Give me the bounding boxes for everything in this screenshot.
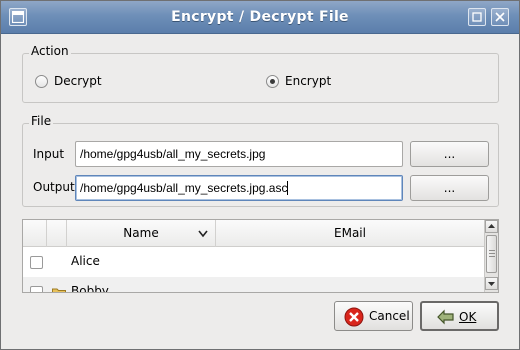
- action-legend: Action: [29, 44, 71, 58]
- input-field-value: /home/gpg4usb/all_my_secrets.jpg: [80, 147, 266, 161]
- grip-line: [489, 256, 495, 257]
- column-header-select[interactable]: [23, 220, 47, 247]
- encrypt-label[interactable]: Encrypt: [285, 74, 331, 88]
- cancel-button[interactable]: Cancel: [334, 301, 413, 331]
- output-field-value: /home/gpg4usb/all_my_secrets.jpg.asc: [80, 181, 288, 195]
- ok-label: OK: [459, 310, 477, 324]
- scroll-up-button[interactable]: [485, 220, 498, 233]
- input-label: Input: [33, 147, 65, 161]
- table-header: Name EMail: [23, 220, 484, 247]
- maximize-icon: [472, 12, 482, 22]
- grip-line: [489, 250, 495, 251]
- dialog-window: Encrypt / Decrypt File Action Decrypt En…: [0, 0, 520, 350]
- encrypt-radio[interactable]: [266, 75, 279, 88]
- table-scrollbar[interactable]: [484, 220, 498, 292]
- ok-button[interactable]: OK: [420, 301, 499, 331]
- output-browse-button[interactable]: ...: [410, 175, 489, 201]
- output-label: Output: [33, 180, 75, 194]
- column-header-email-label: EMail: [334, 226, 366, 240]
- chevron-down-icon: [198, 230, 208, 238]
- folder-icon: [52, 288, 66, 292]
- maximize-button[interactable]: [468, 8, 486, 26]
- input-field[interactable]: /home/gpg4usb/all_my_secrets.jpg: [75, 141, 403, 167]
- text-caret: [287, 181, 289, 195]
- output-field[interactable]: /home/gpg4usb/all_my_secrets.jpg.asc: [75, 175, 403, 201]
- table-row[interactable]: Alice: [23, 247, 484, 277]
- grip-line: [489, 253, 495, 254]
- scroll-down-button[interactable]: [485, 277, 498, 290]
- table-row[interactable]: Bobby: [23, 277, 484, 293]
- cancel-label: Cancel: [369, 309, 410, 323]
- chevron-down-icon: [488, 282, 495, 286]
- title-bar[interactable]: Encrypt / Decrypt File: [1, 1, 519, 34]
- input-browse-button[interactable]: ...: [410, 141, 489, 167]
- row-name: Alice: [71, 254, 100, 268]
- ok-icon: [437, 309, 454, 325]
- column-header-name-label: Name: [123, 226, 159, 240]
- column-header-email[interactable]: EMail: [216, 220, 484, 247]
- cancel-icon: [344, 307, 364, 327]
- row-checkbox[interactable]: [30, 256, 43, 269]
- column-header-name[interactable]: Name: [67, 220, 216, 247]
- chevron-up-icon: [488, 224, 495, 228]
- file-legend: File: [29, 114, 54, 128]
- close-button[interactable]: [491, 8, 509, 26]
- window-title: Encrypt / Decrypt File: [171, 9, 349, 25]
- action-group: Action Decrypt Encrypt: [22, 44, 499, 103]
- row-name: Bobby: [71, 284, 109, 293]
- scroll-thumb[interactable]: [486, 235, 497, 273]
- key-table[interactable]: Name EMail Alice Bobby: [22, 219, 499, 293]
- row-checkbox[interactable]: [30, 286, 43, 292]
- file-group: File Input /home/gpg4usb/all_my_secrets.…: [22, 114, 499, 207]
- decrypt-radio[interactable]: [35, 75, 48, 88]
- column-header-type[interactable]: [47, 220, 67, 247]
- decrypt-label[interactable]: Decrypt: [54, 74, 102, 88]
- close-icon: [495, 12, 505, 22]
